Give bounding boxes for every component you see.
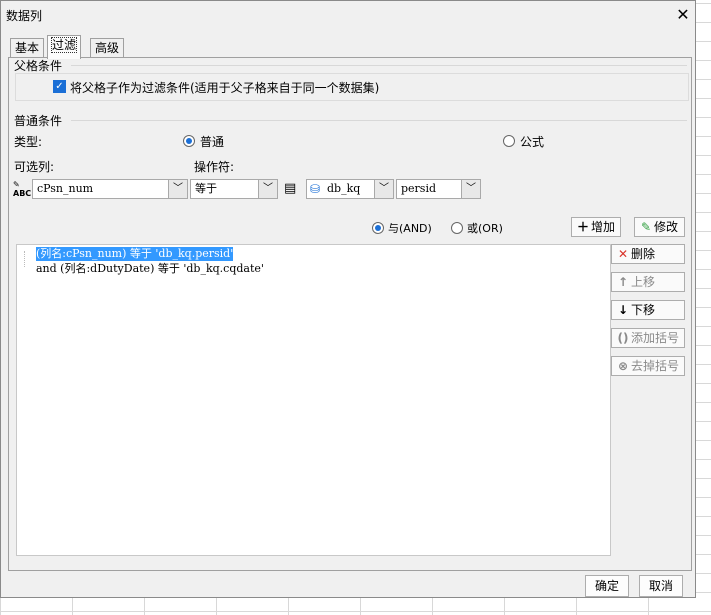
close-icon[interactable]: ✕: [673, 5, 693, 25]
and-radio[interactable]: [372, 222, 384, 234]
dataset-select[interactable]: ⛁ db_kq ﹀: [306, 179, 394, 199]
dataset-select-value: db_kq: [327, 182, 361, 195]
cancel-button[interactable]: 取消: [639, 575, 683, 597]
type-formula-radio[interactable]: [503, 135, 515, 147]
field-select-value: persid: [401, 182, 437, 195]
add-bracket-button-label: 添加括号: [631, 331, 680, 345]
type-formula-label: 公式: [520, 135, 545, 149]
add-button[interactable]: ＋增加: [571, 217, 621, 237]
common-condition-title: 普通条件: [14, 114, 63, 128]
tab-basic-label: 基本: [15, 41, 40, 55]
dialog-title: 数据列: [6, 9, 43, 23]
data-column-dialog: 数据列 ✕ 基本 过滤 高级 父格条件 ✓ 将父格子作为过滤条件(适用于父子格来…: [0, 0, 696, 598]
section-divider: [71, 120, 687, 121]
type-normal-label: 普通: [200, 135, 225, 149]
tab-advanced-label: 高级: [95, 41, 120, 55]
column-select[interactable]: cPsn_num ﹀: [32, 179, 188, 199]
database-icon: ⛁: [310, 182, 321, 196]
parent-condition-title: 父格条件: [14, 59, 63, 73]
modify-button[interactable]: ✎ 修改: [634, 217, 685, 237]
delete-button-label: 删除: [631, 247, 656, 261]
table-grid-icon[interactable]: ▤: [284, 181, 296, 196]
operator-label: 操作符:: [194, 160, 235, 174]
edit-icon: ✎: [640, 220, 652, 234]
operator-select-value: 等于: [195, 182, 217, 195]
tab-advanced[interactable]: 高级: [90, 38, 125, 58]
arrow-down-icon: ↓: [617, 303, 629, 317]
chevron-down-icon: ﹀: [168, 180, 187, 198]
bracket-icon: (): [617, 331, 629, 345]
plus-icon: ＋: [576, 220, 589, 234]
arrow-up-icon: ↑: [617, 275, 629, 289]
move-down-button[interactable]: ↓ 下移: [611, 300, 685, 320]
type-normal-radio[interactable]: [183, 135, 195, 147]
move-down-button-label: 下移: [631, 303, 656, 317]
text-type-icon: ✎ ABC: [13, 180, 32, 198]
move-up-button-label: 上移: [631, 275, 656, 289]
tree-guide: [24, 251, 26, 267]
list-item[interactable]: and (列名:dDutyDate) 等于 'db_kq.cqdate': [36, 262, 264, 276]
conditions-list[interactable]: (列名:cPsn_num) 等于 'db_kq.persid' and (列名:…: [16, 244, 611, 556]
column-label: 可选列:: [14, 160, 55, 174]
remove-bracket-button-label: 去掉括号: [631, 359, 680, 373]
tab-basic[interactable]: 基本: [10, 38, 45, 58]
chevron-down-icon: ﹀: [461, 180, 480, 198]
delete-x-icon: ✕: [617, 247, 629, 261]
add-button-label: 增加: [591, 220, 616, 234]
chevron-down-icon: ﹀: [258, 180, 277, 198]
and-label: 与(AND): [388, 222, 432, 235]
or-label: 或(OR): [467, 222, 503, 235]
type-label: 类型:: [14, 135, 43, 149]
operator-select[interactable]: 等于 ﹀: [190, 179, 278, 199]
or-radio[interactable]: [451, 222, 463, 234]
modify-button-label: 修改: [654, 220, 679, 234]
parent-filter-label: 将父格子作为过滤条件(适用于父子格来自于同一个数据集): [70, 81, 380, 95]
list-item[interactable]: (列名:cPsn_num) 等于 'db_kq.persid': [36, 247, 234, 261]
move-up-button[interactable]: ↑ 上移: [611, 272, 685, 292]
field-select[interactable]: persid ﹀: [396, 179, 481, 199]
column-select-value: cPsn_num: [37, 182, 94, 195]
ok-button[interactable]: 确定: [585, 575, 629, 597]
remove-bracket-button[interactable]: ⊗ 去掉括号: [611, 356, 685, 376]
tab-filter-label: 过滤: [50, 37, 78, 53]
add-bracket-button[interactable]: () 添加括号: [611, 328, 685, 348]
chevron-down-icon: ﹀: [374, 180, 393, 198]
delete-button[interactable]: ✕ 删除: [611, 244, 685, 264]
section-divider: [71, 65, 687, 66]
parent-filter-checkbox[interactable]: ✓: [53, 80, 66, 93]
tab-filter[interactable]: 过滤: [47, 35, 82, 59]
remove-bracket-icon: ⊗: [617, 359, 629, 373]
